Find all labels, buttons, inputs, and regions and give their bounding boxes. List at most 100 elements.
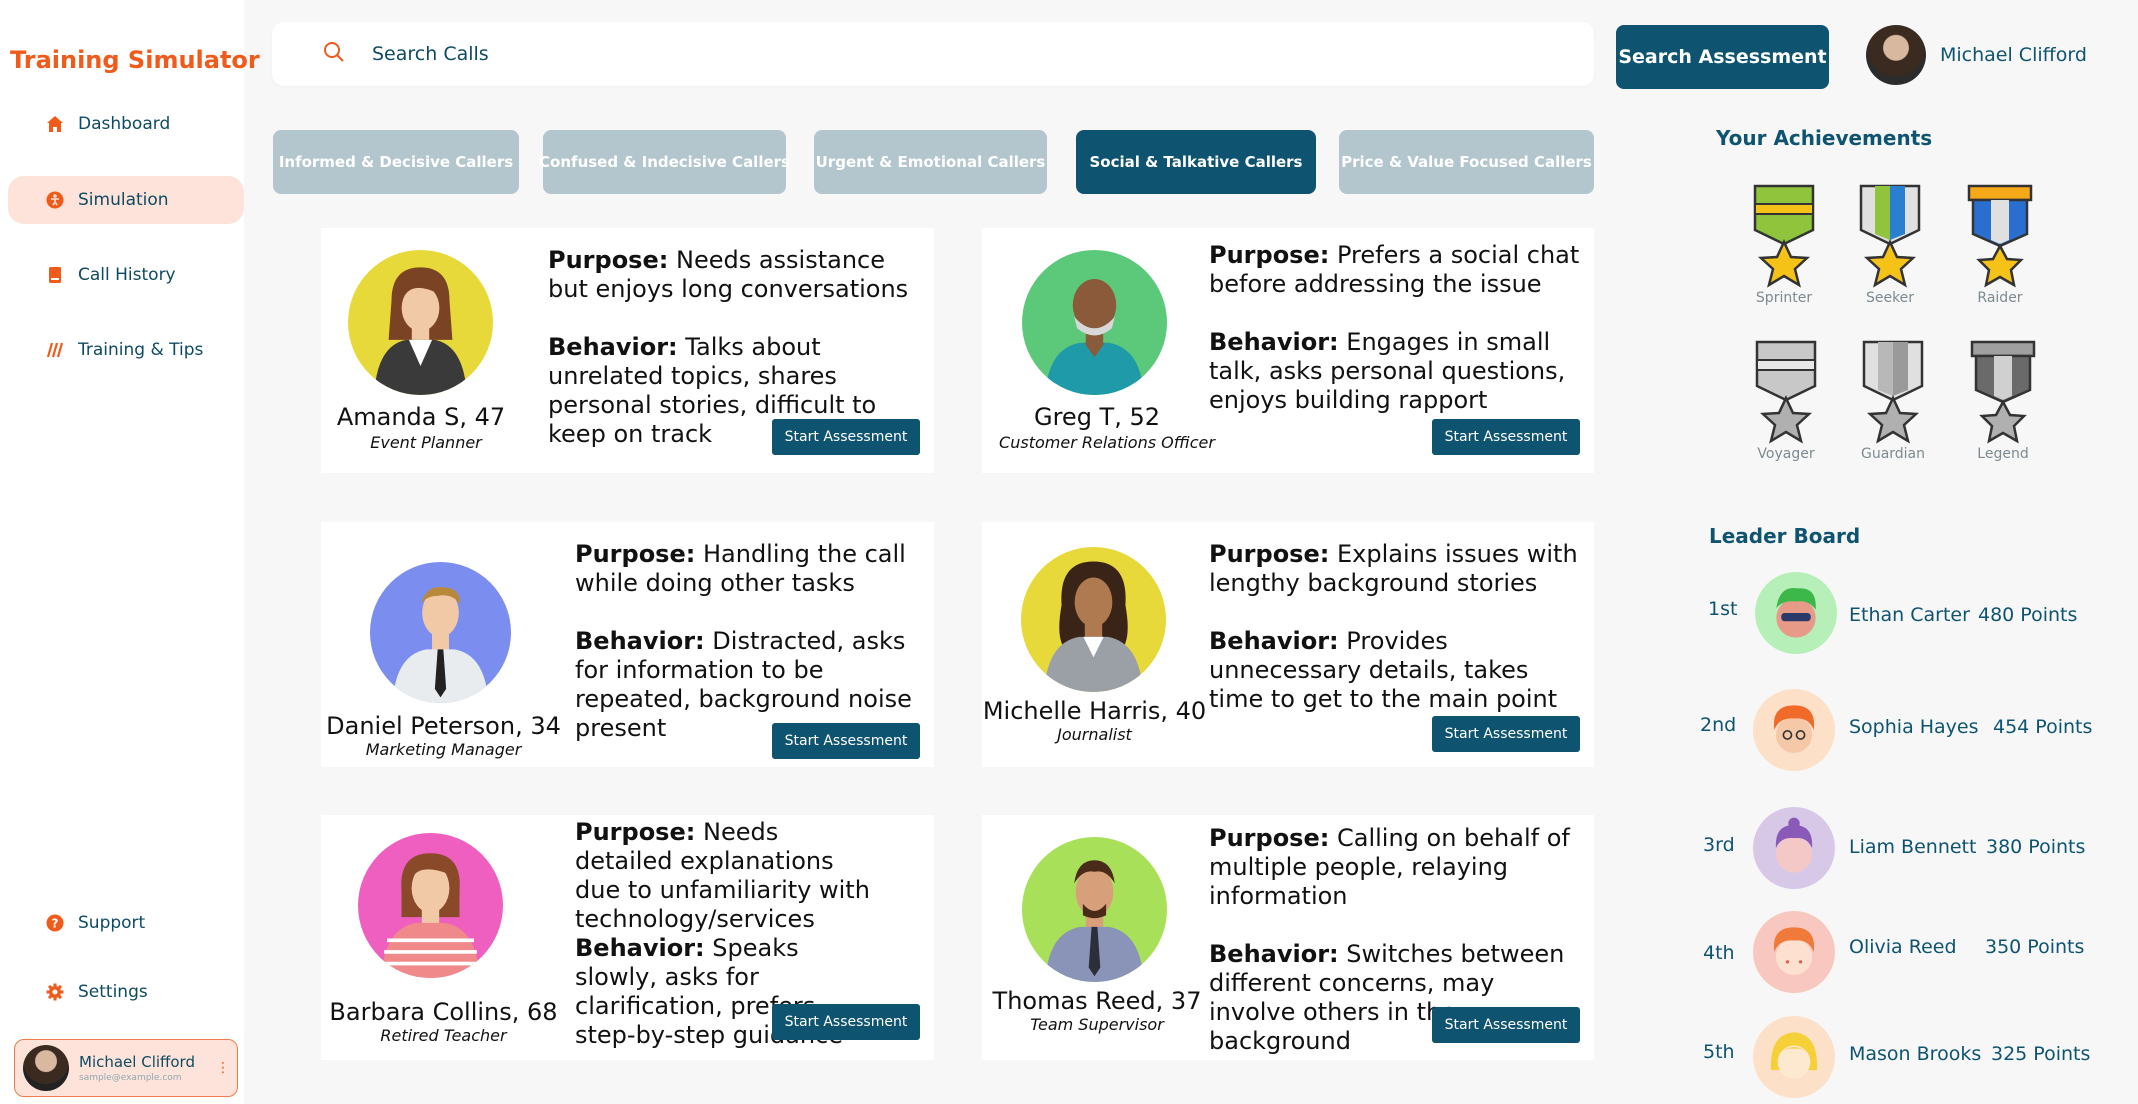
tab-informed-decisive[interactable]: Informed & Decisive Callers [273, 130, 519, 194]
achievements-title: Your Achievements [1716, 126, 1933, 150]
caller-role: Retired Teacher [380, 1026, 507, 1045]
medal-seeker[interactable]: Seeker [1845, 184, 1935, 306]
caller-role: Event Planner [370, 433, 482, 452]
sidebar-item-settings[interactable]: Settings [8, 968, 244, 1016]
leaderboard-points: 480 Points [1978, 604, 2078, 626]
leaderboard-points: 350 Points [1985, 936, 2085, 958]
search-bar [272, 22, 1594, 86]
medal-label: Raider [1977, 290, 2023, 306]
leaderboard-name: Ethan Carter [1849, 604, 1970, 626]
medal-label: Seeker [1865, 290, 1915, 306]
medal-sprinter[interactable]: Sprinter [1739, 184, 1829, 306]
caller-name: Michelle Harris, 40 [982, 697, 1207, 725]
sidebar-item-training-tips[interactable]: Training & Tips [8, 326, 244, 374]
caller-description: Purpose: Prefers a social chat before ad… [1209, 241, 1584, 415]
tab-social-talkative[interactable]: Social & Talkative Callers [1076, 130, 1316, 194]
avatar [1755, 572, 1837, 654]
medal-label: Guardian [1860, 446, 1926, 462]
caller-card: Thomas Reed, 37 Team Supervisor Purpose:… [982, 815, 1594, 1060]
sidebar-item-dashboard[interactable]: Dashboard [8, 100, 244, 148]
caller-portrait [1021, 547, 1166, 692]
start-assessment-button[interactable]: Start Assessment [1432, 419, 1580, 455]
medal-icon [1753, 184, 1815, 288]
header-user-name: Michael Clifford [1940, 44, 2087, 66]
caller-portrait [370, 562, 511, 703]
caller-description: Purpose: Explains issues with lengthy ba… [1209, 540, 1584, 714]
person-icon [44, 189, 66, 211]
leaderboard-rank: 1st [1708, 598, 1738, 620]
sidebar-item-support[interactable]: ? Support [8, 899, 244, 947]
caller-role: Team Supervisor [1030, 1015, 1164, 1034]
caller-role: Marketing Manager [365, 740, 522, 759]
tab-urgent-emotional[interactable]: Urgent & Emotional Callers [814, 130, 1047, 194]
caller-purpose: Purpose: Explains issues with lengthy ba… [1209, 540, 1578, 597]
avatar [1753, 807, 1835, 889]
caller-name: Thomas Reed, 37 [992, 987, 1202, 1015]
question-icon: ? [44, 912, 66, 934]
header-user[interactable]: Michael Clifford [1866, 25, 2087, 85]
leaderboard-name: Mason Brooks [1849, 1043, 1982, 1065]
medal-icon [1859, 184, 1921, 288]
sidebar-item-label: Training & Tips [78, 340, 204, 360]
book-icon [44, 264, 66, 286]
sidebar-user-email: sample@example.com [79, 1073, 182, 1083]
sidebar-item-label: Support [78, 913, 146, 933]
caller-role: Journalist [1057, 725, 1132, 744]
sidebar-item-label: Settings [78, 982, 148, 1002]
caller-portrait [348, 250, 493, 395]
sidebar-item-simulation[interactable]: Simulation [8, 176, 244, 224]
avatar [1753, 911, 1835, 993]
avatar [1866, 25, 1926, 85]
medal-label: Voyager [1757, 446, 1815, 462]
search-icon [322, 40, 346, 68]
caller-card: Greg T, 52 Customer Relations Officer Pu… [982, 228, 1594, 473]
caller-portrait [1022, 250, 1167, 395]
start-assessment-button[interactable]: Start Assessment [772, 419, 920, 455]
start-assessment-button[interactable]: Start Assessment [772, 723, 920, 759]
caller-role: Customer Relations Officer [999, 433, 1215, 452]
caller-description: Purpose: Handling the call while doing o… [575, 540, 930, 743]
medal-label: Sprinter [1755, 290, 1813, 306]
leaderboard-points: 454 Points [1993, 716, 2093, 738]
caller-purpose: Purpose: Handling the call while doing o… [575, 540, 906, 597]
start-assessment-button[interactable]: Start Assessment [1432, 1007, 1580, 1043]
home-icon [44, 113, 66, 135]
medal-label: Legend [1977, 446, 2029, 462]
leaderboard-name: Sophia Hayes [1849, 716, 1979, 738]
sidebar: Training Simulator Dashboard Simulation … [0, 0, 260, 1104]
start-assessment-button[interactable]: Start Assessment [1432, 716, 1580, 752]
caller-card: Amanda S, 47 Event Planner Purpose: Need… [321, 228, 934, 473]
more-options-icon[interactable]: ⋮ [215, 1060, 231, 1076]
avatar [1753, 689, 1835, 771]
caller-portrait [1022, 837, 1167, 982]
avatar [1753, 1016, 1835, 1098]
search-assessment-button[interactable]: Search Assessment [1616, 25, 1829, 89]
sidebar-user-name: Michael Clifford [79, 1053, 195, 1071]
medal-raider[interactable]: Raider [1955, 184, 2045, 306]
leaderboard-rank: 3rd [1703, 834, 1735, 856]
stripes-icon [44, 339, 66, 361]
medal-icon [1970, 340, 2036, 444]
sidebar-item-label: Simulation [78, 190, 169, 210]
tab-confused-indecisive[interactable]: Confused & Indecisive Callers [539, 130, 790, 194]
medal-icon [1755, 340, 1817, 444]
caller-purpose: Purpose: Prefers a social chat before ad… [1209, 241, 1580, 298]
tab-price-value[interactable]: Price & Value Focused Callers [1339, 130, 1594, 194]
leaderboard-points: 325 Points [1991, 1043, 2091, 1065]
sidebar-item-label: Dashboard [78, 114, 171, 134]
sidebar-item-label: Call History [78, 265, 176, 285]
sidebar-item-call-history[interactable]: Call History [8, 251, 244, 299]
search-input[interactable] [372, 43, 1272, 65]
caller-portrait [358, 833, 503, 978]
caller-name: Amanda S, 47 [336, 403, 506, 431]
medal-voyager[interactable]: Voyager [1741, 340, 1831, 462]
medal-icon [1862, 340, 1924, 444]
caller-purpose: Purpose: Needs assistance but enjoys lon… [548, 246, 909, 303]
medal-legend[interactable]: Legend [1958, 340, 2048, 462]
gear-icon [44, 981, 66, 1003]
sidebar-user-card[interactable]: Michael Clifford sample@example.com ⋮ [14, 1039, 238, 1097]
medal-guardian[interactable]: Guardian [1848, 340, 1938, 462]
start-assessment-button[interactable]: Start Assessment [772, 1004, 920, 1040]
caller-behavior: Behavior: Engages in small talk, asks pe… [1209, 328, 1566, 414]
caller-card: Daniel Peterson, 34 Marketing Manager Pu… [321, 522, 934, 767]
